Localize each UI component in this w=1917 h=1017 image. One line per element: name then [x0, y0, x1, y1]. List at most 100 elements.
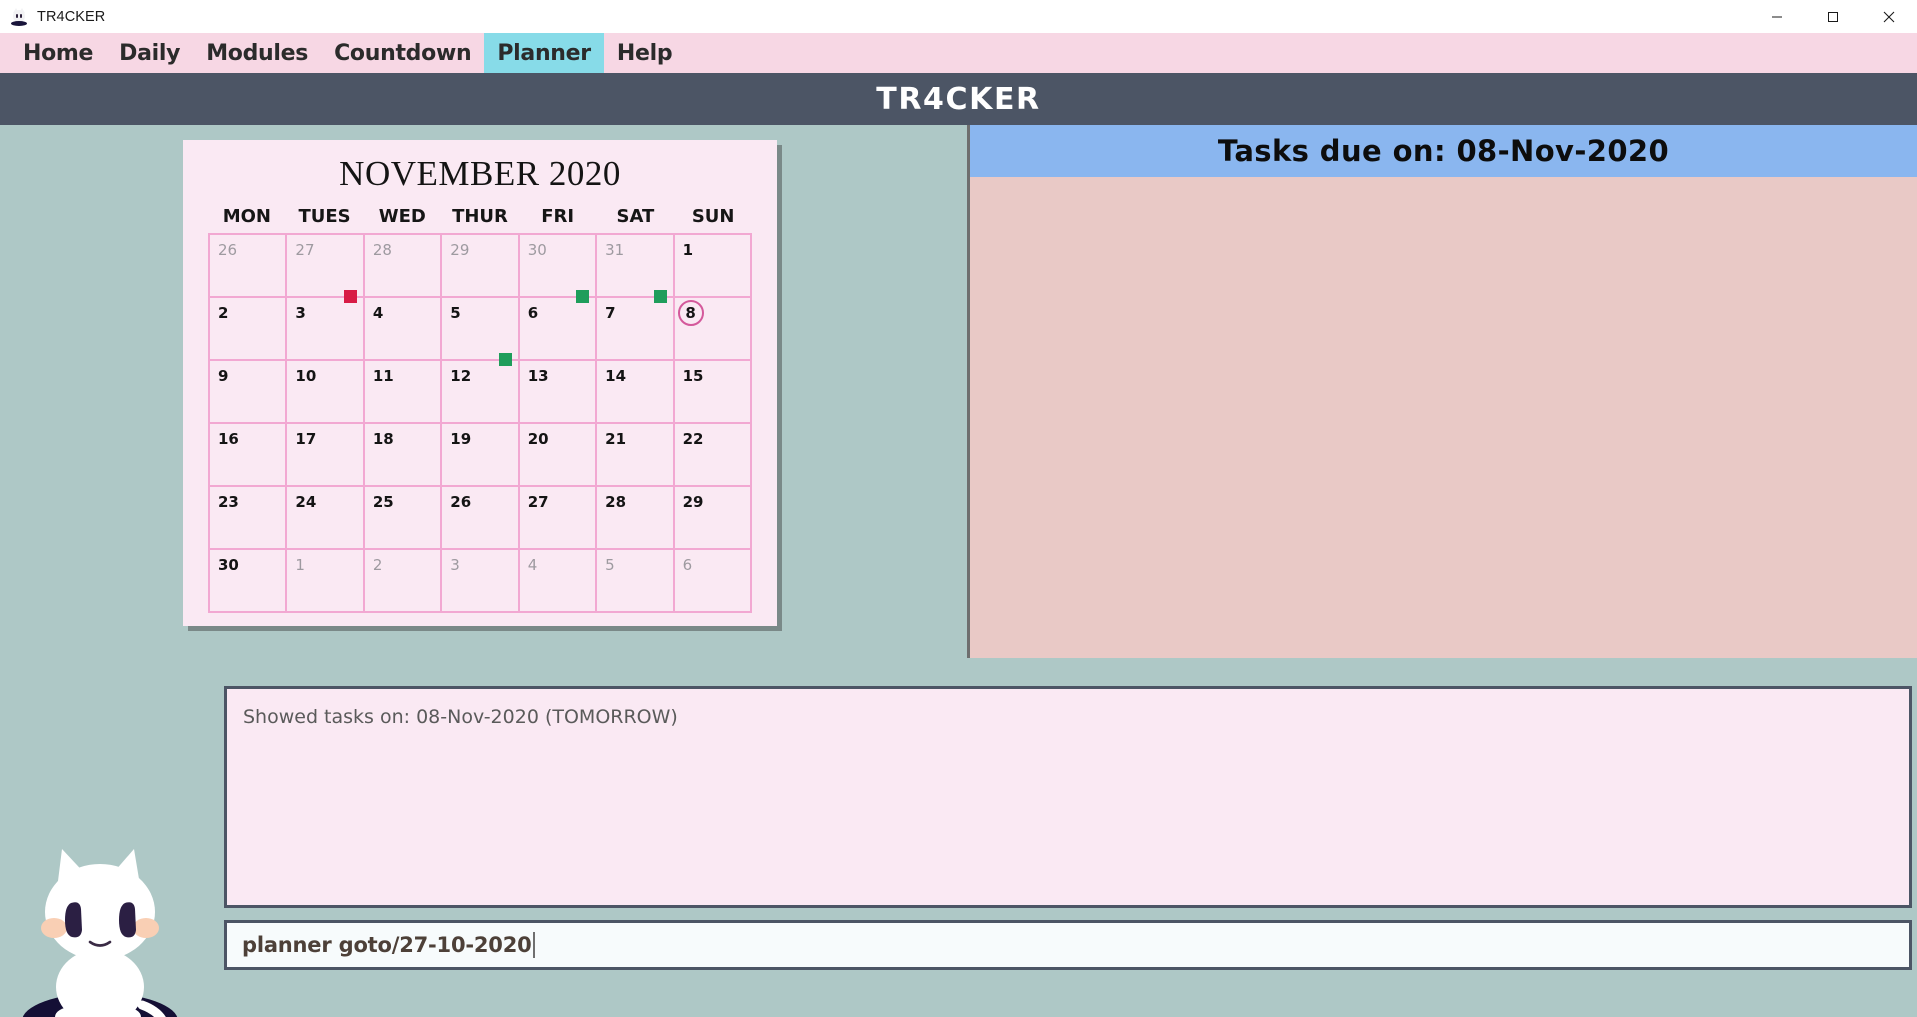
calendar-day-cell[interactable]: 28 — [364, 235, 443, 298]
calendar-day-cell[interactable]: 20 — [519, 424, 598, 487]
cat-mascot-illustration — [22, 849, 178, 1017]
calendar-day-number: 28 — [372, 241, 392, 259]
tasks-panel: Tasks due on: 08-Nov-2020 — [967, 125, 1917, 658]
calendar-day-number: 17 — [295, 430, 317, 448]
calendar-day-cell[interactable]: 15 — [674, 361, 752, 424]
maximize-icon[interactable] — [1805, 0, 1861, 33]
calendar-day-cell[interactable]: 5 — [442, 298, 520, 366]
calendar-day-number: 4 — [372, 304, 384, 322]
calendar-day-cell[interactable]: 19 — [442, 424, 520, 487]
task-marker-red — [343, 290, 357, 303]
task-marker-green — [653, 290, 667, 303]
calendar-day-cell[interactable]: 18 — [364, 424, 443, 487]
menu-item-home[interactable]: Home — [10, 33, 106, 73]
calendar-day-number: 7 — [605, 304, 616, 322]
calendar-day-cell[interactable]: 5 — [597, 550, 675, 613]
day-header-mon: MON — [222, 206, 271, 227]
calendar-day-cell[interactable]: 27 — [287, 235, 365, 303]
calendar-day-cell[interactable]: 26 — [442, 487, 520, 550]
calendar-day-headers: MON TUES WED THUR FRI SAT SUN — [183, 194, 777, 233]
calendar-day-cell[interactable]: 26 — [210, 235, 288, 298]
calendar-day-cell[interactable]: 30 — [519, 235, 598, 303]
calendar-day-number: 9 — [218, 367, 229, 385]
menu-bar: Home Daily Modules Countdown Planner Hel… — [0, 33, 1917, 73]
calendar-day-number: 14 — [605, 367, 627, 385]
menu-item-daily[interactable]: Daily — [106, 33, 193, 73]
calendar-day-number: 28 — [605, 493, 627, 511]
calendar-day-cell[interactable]: 6 — [674, 550, 752, 613]
day-header-wed: WED — [378, 206, 426, 227]
calendar-day-number: 19 — [450, 430, 472, 448]
calendar-day-cell[interactable]: 14 — [597, 361, 675, 424]
calendar-day-number: 6 — [682, 556, 693, 574]
command-input-value: planner goto/27-10-2020 — [242, 933, 532, 957]
calendar-day-cell[interactable]: 2 — [364, 550, 443, 613]
calendar-day-number: 5 — [450, 304, 461, 322]
calendar-day-number: 31 — [605, 241, 625, 259]
calendar-day-number: 13 — [527, 367, 549, 385]
calendar-day-number: 25 — [372, 493, 394, 511]
command-input[interactable]: planner goto/27-10-2020 — [224, 920, 1912, 970]
calendar-day-number: 2 — [218, 304, 229, 322]
calendar-grid: 26 27 28 29 30 31 1 2 3 4 5 6 7 8 9 10 11 12 13 14 15 16 17 18 1… — [208, 233, 752, 613]
calendar-day-cell[interactable]: 8 — [674, 298, 752, 361]
calendar-day-cell[interactable]: 29 — [674, 487, 752, 550]
calendar-day-cell[interactable]: 3 — [442, 550, 520, 613]
calendar-day-cell[interactable]: 31 — [597, 235, 675, 303]
day-header-sat: SAT — [616, 206, 655, 227]
calendar-day-cell[interactable]: 1 — [674, 235, 752, 298]
calendar-day-cell[interactable]: 12 — [442, 361, 520, 424]
result-message: Showed tasks on: 08-Nov-2020 (TOMORROW) — [243, 706, 678, 728]
close-icon[interactable] — [1861, 0, 1917, 33]
menu-item-countdown[interactable]: Countdown — [321, 33, 484, 73]
calendar-day-number: 1 — [682, 241, 693, 259]
tasks-list[interactable] — [970, 177, 1917, 658]
calendar-day-cell[interactable]: 24 — [287, 487, 365, 550]
calendar-day-number: 12 — [450, 367, 472, 385]
calendar-day-cell[interactable]: 17 — [287, 424, 365, 487]
minimize-icon[interactable] — [1749, 0, 1805, 33]
calendar-day-cell[interactable]: 29 — [442, 235, 520, 298]
calendar-day-cell[interactable]: 28 — [597, 487, 675, 550]
menu-item-planner[interactable]: Planner — [484, 33, 604, 73]
calendar-day-cell[interactable]: 11 — [364, 361, 443, 424]
calendar-day-cell[interactable]: 21 — [597, 424, 675, 487]
calendar-day-cell[interactable]: 23 — [210, 487, 288, 550]
calendar-day-cell[interactable]: 4 — [364, 298, 443, 361]
calendar-day-number: 22 — [682, 430, 704, 448]
tasks-panel-title: Tasks due on: 08-Nov-2020 — [1217, 134, 1670, 168]
calendar-day-number: 6 — [527, 304, 539, 322]
window-controls — [1749, 0, 1917, 33]
window-title: TR4CKER — [37, 8, 106, 25]
calendar-day-number: 5 — [605, 556, 615, 574]
calendar-day-cell[interactable]: 1 — [287, 550, 365, 613]
calendar-day-number: 26 — [218, 241, 238, 259]
calendar-day-cell[interactable]: 2 — [210, 298, 288, 361]
calendar-day-cell[interactable]: 4 — [519, 550, 598, 613]
calendar-day-cell[interactable]: 22 — [674, 424, 752, 487]
calendar-day-cell[interactable]: 6 — [519, 298, 598, 361]
title-bar: TR4CKER — [0, 0, 1917, 33]
calendar-day-cell[interactable]: 3 — [287, 298, 365, 361]
calendar-month-title: NOVEMBER 2020 — [339, 154, 621, 193]
calendar-day-number: 1 — [295, 556, 305, 574]
day-header-fri: FRI — [541, 206, 575, 227]
task-marker-green — [576, 290, 590, 303]
calendar-day-cell[interactable]: 7 — [597, 298, 675, 361]
app-banner: TR4CKER — [0, 73, 1917, 125]
result-display-box: Showed tasks on: 08-Nov-2020 (TOMORROW) — [224, 686, 1912, 908]
calendar-day-cell[interactable]: 25 — [364, 487, 443, 550]
task-marker-green — [498, 353, 512, 366]
calendar-day-cell[interactable]: 30 — [210, 550, 288, 613]
menu-item-modules[interactable]: Modules — [193, 33, 321, 73]
menu-item-help[interactable]: Help — [604, 33, 685, 73]
calendar-day-cell[interactable]: 27 — [519, 487, 598, 550]
calendar-day-cell[interactable]: 9 — [210, 361, 288, 424]
day-header-tues: TUES — [298, 206, 351, 227]
calendar-day-cell[interactable]: 16 — [210, 424, 288, 487]
calendar-day-number: 18 — [372, 430, 394, 448]
calendar-day-cell[interactable]: 10 — [287, 361, 365, 424]
calendar-day-number: 4 — [527, 556, 538, 574]
cat-mascot-icon — [9, 7, 29, 27]
calendar-day-cell[interactable]: 13 — [519, 361, 598, 424]
